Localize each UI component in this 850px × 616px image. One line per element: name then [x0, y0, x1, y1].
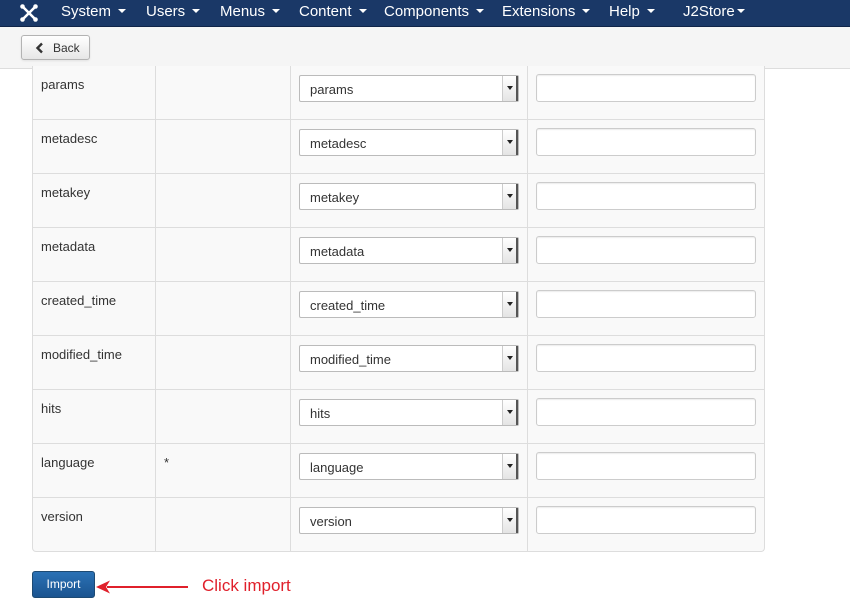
chevron-down-icon — [502, 454, 518, 479]
chevron-down-icon — [502, 400, 518, 425]
chevron-down-icon — [646, 9, 655, 13]
top-navbar: System Users Menus Content Components Ex… — [0, 0, 850, 27]
toolbar: Back — [0, 27, 850, 69]
menu-extensions[interactable]: Extensions — [502, 0, 591, 27]
table-row: version version — [33, 498, 764, 552]
chevron-down-icon — [502, 76, 518, 101]
menu-content[interactable]: Content — [299, 0, 367, 27]
menu-help-label: Help — [609, 3, 640, 20]
chevron-down-icon — [502, 508, 518, 533]
field-select[interactable]: created_time — [299, 291, 519, 318]
table-row: modified_time modified_time — [33, 336, 764, 390]
menu-menus-label: Menus — [220, 3, 266, 20]
default-value-input[interactable] — [536, 506, 756, 534]
default-value-input[interactable] — [536, 236, 756, 264]
chevron-down-icon — [736, 9, 745, 13]
field-name: modified_time — [41, 347, 122, 362]
table-row: language * language — [33, 444, 764, 498]
table-row: metadata metadata — [33, 228, 764, 282]
field-name: language — [41, 455, 95, 470]
chevron-down-icon — [582, 9, 591, 13]
field-select-value: created_time — [310, 298, 386, 313]
field-select[interactable]: params — [299, 75, 519, 102]
table-row: metakey metakey — [33, 174, 764, 228]
menu-users[interactable]: Users — [146, 0, 201, 27]
chevron-down-icon — [502, 130, 518, 155]
field-mapping-table: params params metadesc metadesc metakey … — [32, 66, 765, 552]
menu-components-label: Components — [384, 3, 470, 20]
import-button[interactable]: Import — [32, 571, 95, 598]
menu-help[interactable]: Help — [609, 0, 655, 27]
field-name: hits — [41, 401, 62, 416]
field-select-value: modified_time — [310, 352, 391, 367]
table-row: created_time created_time — [33, 282, 764, 336]
field-select[interactable]: modified_time — [299, 345, 519, 372]
field-select-value: metakey — [310, 190, 360, 205]
field-select[interactable]: metakey — [299, 183, 519, 210]
default-value-input[interactable] — [536, 290, 756, 318]
menu-menus[interactable]: Menus — [220, 0, 281, 27]
joomla-logo-icon[interactable] — [18, 2, 40, 24]
chevron-down-icon — [272, 9, 281, 13]
table-row: metadesc metadesc — [33, 120, 764, 174]
field-select-value: version — [310, 514, 352, 529]
chevron-down-icon — [502, 184, 518, 209]
menu-extensions-label: Extensions — [502, 3, 576, 20]
field-select-value: metadata — [310, 244, 365, 259]
menu-j2store-label: J2Store — [683, 3, 735, 20]
default-value-input[interactable] — [536, 74, 756, 102]
default-value-input[interactable] — [536, 398, 756, 426]
menu-components[interactable]: Components — [384, 0, 485, 27]
menu-j2store[interactable]: J2Store — [683, 0, 745, 27]
field-name: metadata — [41, 239, 96, 254]
field-name: created_time — [41, 293, 117, 308]
chevron-down-icon — [192, 9, 201, 13]
chevron-down-icon — [118, 9, 127, 13]
chevron-down-icon — [502, 346, 518, 371]
field-name: version — [41, 509, 83, 524]
chevron-down-icon — [502, 238, 518, 263]
chevron-left-icon — [35, 42, 43, 54]
default-value-input[interactable] — [536, 182, 756, 210]
table-row: params params — [33, 66, 764, 120]
field-select[interactable]: hits — [299, 399, 519, 426]
field-name: metadesc — [41, 131, 98, 146]
chevron-down-icon — [502, 292, 518, 317]
field-select-value: params — [310, 82, 354, 97]
table-row: hits hits — [33, 390, 764, 444]
menu-system[interactable]: System — [61, 0, 127, 27]
field-name: metakey — [41, 185, 91, 200]
field-select-value: language — [310, 460, 364, 475]
back-button[interactable]: Back — [21, 35, 90, 60]
arrow-left-icon — [96, 580, 188, 594]
back-button-label: Back — [53, 41, 80, 55]
field-select[interactable]: language — [299, 453, 519, 480]
field-name: params — [41, 77, 85, 92]
menu-system-label: System — [61, 3, 112, 20]
field-select[interactable]: metadesc — [299, 129, 519, 156]
menu-users-label: Users — [146, 3, 186, 20]
chevron-down-icon — [358, 9, 367, 13]
field-select[interactable]: metadata — [299, 237, 519, 264]
required-marker: * — [164, 455, 170, 470]
default-value-input[interactable] — [536, 452, 756, 480]
default-value-input[interactable] — [536, 128, 756, 156]
field-select-value: metadesc — [310, 136, 367, 151]
menu-content-label: Content — [299, 3, 352, 20]
field-select[interactable]: version — [299, 507, 519, 534]
field-select-value: hits — [310, 406, 331, 421]
default-value-input[interactable] — [536, 344, 756, 372]
chevron-down-icon — [476, 9, 485, 13]
annotation-text: Click import — [202, 576, 291, 595]
